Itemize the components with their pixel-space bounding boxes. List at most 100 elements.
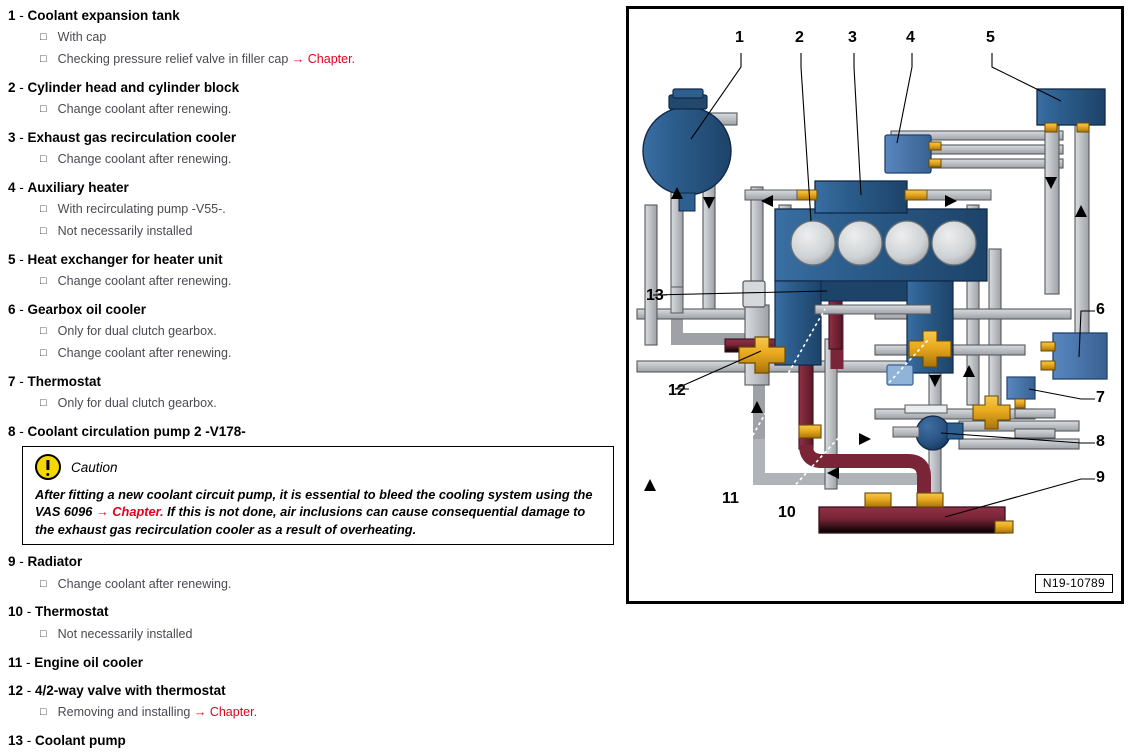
chapter-arrow-icon: → <box>190 705 210 719</box>
parts-legend-list: 1 - Coolant expansion tank □ With cap □ Chec… <box>0 0 620 755</box>
bullet-square-icon: □ <box>40 325 47 337</box>
diagram-callout-13: 13 <box>646 287 664 304</box>
legend-item-number: 1 <box>8 8 16 23</box>
legend-item-number: 7 <box>8 374 16 389</box>
legend-subitem-text: Not necessarily installed <box>57 627 193 641</box>
legend-subitem: □ Change coolant after renewing. <box>0 578 231 591</box>
gearbox-oil-cooler <box>1040 332 1108 380</box>
bullet-square-icon: □ <box>40 153 47 165</box>
chapter-link[interactable]: Chapter. <box>210 705 257 719</box>
legend-item-label: 4/2-way valve with thermostat <box>35 683 226 698</box>
legend-item-separator: - <box>15 424 28 439</box>
diagram-callout-9: 9 <box>1096 469 1105 486</box>
coolant-pump <box>742 280 766 308</box>
legend-item-label: Coolant circulation pump 2 -V178- <box>27 424 246 439</box>
radiator-body <box>818 506 1006 534</box>
legend-item-11-title: 11 - Engine oil cooler <box>0 656 143 670</box>
caution-chapter-link[interactable]: → Chapter. <box>96 504 164 519</box>
legend-subitem: □ Checking pressure relief valve in fille… <box>0 53 355 66</box>
caution-body: After fitting a new coolant circuit pump… <box>23 480 613 538</box>
legend-item-label: Engine oil cooler <box>34 655 144 670</box>
caution-title: Caution <box>71 459 118 475</box>
legend-item-label: Cylinder head and cylinder block <box>27 80 240 95</box>
diagram-callout-3: 3 <box>848 29 857 46</box>
callout-leader-line-3 <box>853 53 862 196</box>
legend-subitem: □ Removing and installing → Chapter. <box>0 706 257 719</box>
legend-item-label: Gearbox oil cooler <box>27 302 147 317</box>
legend-subitem-text: Only for dual clutch gearbox. <box>57 324 217 338</box>
legend-item-number: 6 <box>8 302 16 317</box>
warning-exclamation-icon <box>35 454 61 480</box>
legend-subitem-text: Only for dual clutch gearbox. <box>57 396 217 410</box>
legend-item-label: Exhaust gas recirculation cooler <box>27 130 237 145</box>
coolant-system-schematic <box>636 53 1108 534</box>
legend-item-number: 9 <box>8 554 16 569</box>
bullet-square-icon: □ <box>40 103 47 115</box>
legend-item-6-title: 6 - Gearbox oil cooler <box>0 303 146 317</box>
legend-subitem: □ With recirculating pump -V55-. <box>0 203 226 216</box>
legend-item-7-title: 7 - Thermostat <box>0 375 101 389</box>
legend-subitem-text: With recirculating pump -V55-. <box>57 202 226 216</box>
legend-subitem: □ Only for dual clutch gearbox. <box>0 325 217 338</box>
legend-item-10-title: 10 - Thermostat <box>0 605 109 619</box>
legend-subitem: □ Not necessarily installed <box>0 225 192 238</box>
legend-subitem-text: Change coolant after renewing. <box>57 346 232 360</box>
legend-subitem-text: Not necessarily installed <box>57 224 193 238</box>
bullet-square-icon: □ <box>40 31 47 43</box>
heat-exchanger-heater-unit <box>1036 88 1106 133</box>
callout-leader-line-7 <box>1028 388 1095 400</box>
legend-subitem: □ With cap <box>0 31 106 44</box>
diagram-callout-11: 11 <box>722 490 739 507</box>
legend-item-3-title: 3 - Exhaust gas recirculation cooler <box>0 131 236 145</box>
caution-header: Caution <box>23 447 613 480</box>
legend-item-1-title: 1 - Coolant expansion tank <box>0 9 180 23</box>
legend-item-label: Thermostat <box>35 604 109 619</box>
legend-item-separator: - <box>23 683 36 698</box>
legend-item-separator: - <box>15 80 28 95</box>
legend-item-8-title: 8 - Coolant circulation pump 2 -V178- <box>0 425 246 439</box>
legend-item-separator: - <box>15 130 28 145</box>
legend-subitem-text: Change coolant after renewing. <box>57 102 232 116</box>
legend-item-12-title: 12 - 4/2-way valve with thermostat <box>0 684 226 698</box>
legend-item-number: 2 <box>8 80 16 95</box>
diagram-callout-2: 2 <box>795 29 804 46</box>
legend-item-number: 8 <box>8 424 16 439</box>
legend-item-number: 10 <box>8 604 24 619</box>
thermostat-dual-clutch <box>1006 376 1036 409</box>
diagram-callout-5: 5 <box>986 29 995 46</box>
chapter-arrow-icon: → <box>288 52 308 66</box>
legend-item-label: Thermostat <box>27 374 102 389</box>
bullet-square-icon: □ <box>40 628 47 640</box>
legend-item-label: Coolant expansion tank <box>27 8 180 23</box>
legend-item-4-title: 4 - Auxiliary heater <box>0 181 129 195</box>
legend-item-separator: - <box>15 554 28 569</box>
legend-item-separator: - <box>15 302 28 317</box>
legend-subitem-text: Change coolant after renewing. <box>57 274 232 288</box>
legend-item-number: 3 <box>8 130 16 145</box>
diagram-callout-1: 1 <box>735 29 744 46</box>
chapter-link[interactable]: Chapter. <box>308 52 355 66</box>
legend-subitem: □ Only for dual clutch gearbox. <box>0 397 217 410</box>
legend-subitem: □ Change coolant after renewing. <box>0 153 231 166</box>
legend-subitem-text: Checking pressure relief valve in filler… <box>57 52 289 66</box>
legend-item-5-title: 5 - Heat exchanger for heater unit <box>0 253 223 267</box>
bullet-square-icon: □ <box>40 578 47 590</box>
legend-subitem-text: Change coolant after renewing. <box>57 577 232 591</box>
coolant-circuit-diagram: 1 2 3 4 5 6 7 8 9 10 11 12 13 N19-10789 <box>626 6 1124 604</box>
legend-subitem-text: With cap <box>57 30 107 44</box>
bullet-square-icon: □ <box>40 706 47 718</box>
legend-item-2-title: 2 - Cylinder head and cylinder block <box>0 81 239 95</box>
legend-subitem-text: Removing and installing <box>57 705 191 719</box>
legend-item-separator: - <box>22 655 35 670</box>
legend-item-separator: - <box>15 252 28 267</box>
legend-item-number: 12 <box>8 683 24 698</box>
diagram-callout-6: 6 <box>1096 301 1105 318</box>
diagram-callout-7: 7 <box>1096 389 1105 406</box>
legend-item-number: 5 <box>8 252 16 267</box>
caution-box: Caution After fitting a new coolant circ… <box>22 446 614 545</box>
bullet-square-icon: □ <box>40 347 47 359</box>
figure-part-number: N19-10789 <box>1034 574 1113 593</box>
legend-item-label: Auxiliary heater <box>27 180 129 195</box>
diagram-graphic: 1 2 3 4 5 6 7 8 9 10 11 12 13 <box>629 9 1121 601</box>
legend-subitem: □ Change coolant after renewing. <box>0 275 231 288</box>
